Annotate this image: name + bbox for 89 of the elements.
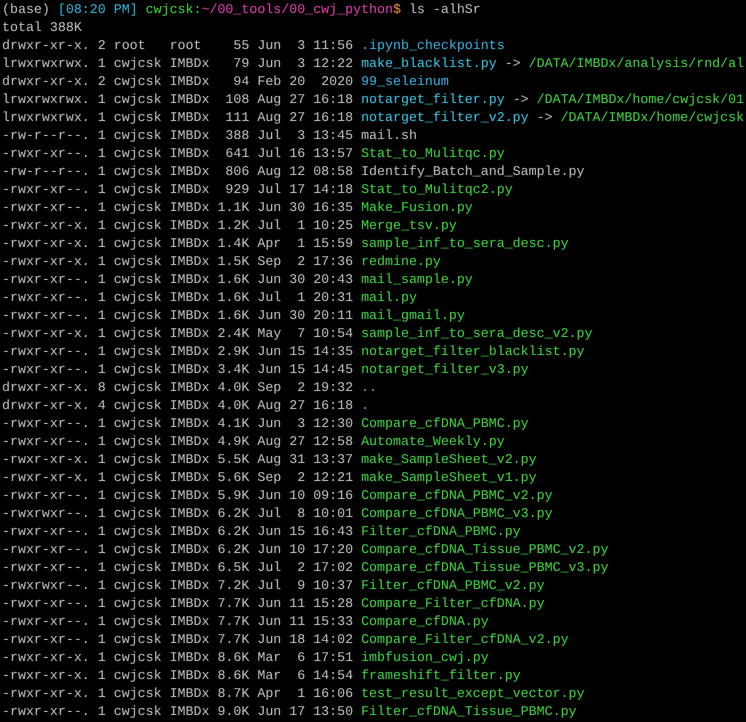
file-metadata: drwxr-xr-x. 8 cwjcsk IMBDx 4.0K Sep 2 19:32: [2, 379, 354, 397]
file-name: sample_inf_to_sera_desc.py: [361, 235, 569, 253]
file-metadata: -rwxrwxr--. 1 cwjcsk IMBDx 6.2K Jul 8 10:01: [2, 505, 354, 523]
file-metadata: -rwxr-xr--. 1 cwjcsk IMBDx 4.9K Aug 27 12:58: [2, 433, 354, 451]
file-name: redmine.py: [361, 253, 441, 271]
file-metadata: -rwxr-xr--. 1 cwjcsk IMBDx 9.0K Jun 17 13:50: [2, 703, 354, 721]
file-metadata: -rw-r--r--. 1 cwjcsk IMBDx 806 Aug 12 08:58: [2, 163, 354, 181]
file-name: Compare_cfDNA_PBMC.py: [361, 415, 529, 433]
file-name: notarget_filter_v3.py: [361, 361, 529, 379]
file-metadata: -rwxr-xr--. 1 cwjcsk IMBDx 6.2K Jun 10 17:20: [2, 541, 354, 559]
file-name: Stat_to_Mulitqc2.py: [361, 181, 513, 199]
file-name: Merge_tsv.py: [361, 217, 457, 235]
file-name: mail.sh: [361, 127, 417, 145]
file-metadata: -rwxr-xr-x. 1 cwjcsk IMBDx 8.7K Apr 1 16:06: [2, 685, 354, 703]
file-name: Identify_Batch_and_Sample.py: [361, 163, 585, 181]
file-metadata: -rwxr-xr-x. 1 cwjcsk IMBDx 1.5K Sep 2 17:36: [2, 253, 354, 271]
file-metadata: -rwxr-xr--. 1 cwjcsk IMBDx 7.7K Jun 11 15:33: [2, 613, 354, 631]
file-metadata: -rwxr-xr-x. 1 cwjcsk IMBDx 5.6K Sep 2 12:21: [2, 469, 354, 487]
link-arrow: ->: [512, 91, 529, 109]
file-name: .ipynb_checkpoints: [361, 37, 505, 55]
command-text: ls -alhSr: [408, 1, 481, 19]
file-metadata: lrwxrwxrwx. 1 cwjcsk IMBDx 108 Aug 27 16:18: [2, 91, 354, 109]
file-metadata: drwxr-xr-x. 2 root root 55 Jun 3 11:56: [2, 37, 354, 55]
conda-env-label: (base): [2, 1, 50, 19]
file-metadata: -rwxr-xr-x. 1 cwjcsk IMBDx 1.2K Jul 1 10:25: [2, 217, 354, 235]
link-arrow: ->: [536, 109, 553, 127]
file-name: notarget_filter.py: [361, 91, 505, 109]
file-name: Filter_cfDNA_Tissue_PBMC.py: [361, 703, 577, 721]
file-name: 99_seleinum: [361, 73, 449, 91]
file-name: frameshift_filter.py: [361, 667, 521, 685]
total-size-text: total 388K: [2, 19, 82, 37]
file-metadata: -rwxr-xr--. 1 cwjcsk IMBDx 6.5K Jul 2 17:02: [2, 559, 354, 577]
file-metadata: -rwxr-xr--. 1 cwjcsk IMBDx 1.6K Jun 30 20:11: [2, 307, 354, 325]
link-target: /DATA/IMBDx/home/cwjcsk: [560, 109, 744, 127]
file-name: Compare_Filter_cfDNA_v2.py: [361, 631, 569, 649]
file-name: notarget_filter_blacklist.py: [361, 343, 585, 361]
file-name: mail.py: [361, 289, 417, 307]
file-name: Stat_to_Mulitqc.py: [361, 145, 505, 163]
file-metadata: lrwxrwxrwx. 1 cwjcsk IMBDx 111 Aug 27 16:18: [2, 109, 354, 127]
file-metadata: -rw-r--r--. 1 cwjcsk IMBDx 388 Jul 3 13:45: [2, 127, 354, 145]
link-target: /DATA/IMBDx/home/cwjcsk/01: [536, 91, 744, 109]
file-metadata: -rwxrwxr--. 1 cwjcsk IMBDx 7.2K Jul 9 10:37: [2, 577, 354, 595]
file-name: Compare_cfDNA_PBMC_v3.py: [361, 505, 553, 523]
file-name: ..: [361, 379, 378, 397]
file-name: make_SampleSheet_v2.py: [361, 451, 537, 469]
file-name: make_blacklist.py: [361, 55, 497, 73]
file-name: Make_Fusion.py: [361, 199, 473, 217]
link-arrow: ->: [504, 55, 521, 73]
file-metadata: -rwxr-xr--. 1 cwjcsk IMBDx 1.1K Jun 30 16:35: [2, 199, 354, 217]
file-name: Compare_cfDNA_Tissue_PBMC_v2.py: [361, 541, 608, 559]
file-metadata: -rwxr-xr-x. 1 cwjcsk IMBDx 5.5K Aug 31 13:37: [2, 451, 354, 469]
file-metadata: -rwxr-xr--. 1 cwjcsk IMBDx 7.7K Jun 11 15:28: [2, 595, 354, 613]
file-metadata: drwxr-xr-x. 4 cwjcsk IMBDx 4.0K Aug 27 16:18: [2, 397, 354, 415]
prompt-user-host: cwjcsk:: [146, 1, 202, 19]
file-name: Filter_cfDNA_PBMC.py: [361, 523, 521, 541]
file-name: sample_inf_to_sera_desc_v2.py: [361, 325, 592, 343]
file-metadata: -rwxr-xr-x. 1 cwjcsk IMBDx 8.6K Mar 6 14:54: [2, 667, 354, 685]
file-metadata: -rwxr-xr-x. 1 cwjcsk IMBDx 2.4K May 7 10:54: [2, 325, 354, 343]
file-metadata: -rwxr-xr--. 1 cwjcsk IMBDx 6.2K Jun 15 16:43: [2, 523, 354, 541]
file-name: Compare_Filter_cfDNA.py: [361, 595, 545, 613]
file-name: imbfusion_cwj.py: [361, 649, 489, 667]
file-name: make_SampleSheet_v1.py: [361, 469, 537, 487]
file-metadata: -rwxr-xr--. 1 cwjcsk IMBDx 3.4K Jun 15 14:45: [2, 361, 354, 379]
prompt-path: ~/00_tools/00_cwj_python: [201, 1, 393, 19]
file-name: mail_gmail.py: [361, 307, 465, 325]
file-name: notarget_filter_v2.py: [361, 109, 529, 127]
file-name: mail_sample.py: [361, 271, 473, 289]
file-metadata: -rwxr-xr--. 1 cwjcsk IMBDx 7.7K Jun 18 14:02: [2, 631, 354, 649]
prompt-symbol: $: [393, 1, 401, 19]
file-name: .: [361, 397, 370, 415]
file-metadata: -rwxr-xr--. 1 cwjcsk IMBDx 929 Jul 17 14:18: [2, 181, 354, 199]
file-metadata: -rwxr-xr--. 1 cwjcsk IMBDx 1.6K Jun 30 20:43: [2, 271, 354, 289]
file-name: Compare_cfDNA_Tissue_PBMC_v3.py: [361, 559, 608, 577]
file-metadata: -rwxr-xr--. 1 cwjcsk IMBDx 5.9K Jun 10 09:16: [2, 487, 354, 505]
file-metadata: -rwxr-xr--. 1 cwjcsk IMBDx 4.1K Jun 3 12:30: [2, 415, 354, 433]
link-target: /DATA/IMBDx/analysis/rnd/al: [528, 55, 744, 73]
file-name: test_result_except_vector.py: [361, 685, 585, 703]
file-metadata: lrwxrwxrwx. 1 cwjcsk IMBDx 79 Jun 3 12:22: [2, 55, 354, 73]
file-metadata: -rwxr-xr--. 1 cwjcsk IMBDx 1.6K Jul 1 20:31: [2, 289, 354, 307]
file-metadata: -rwxr-xr--. 1 cwjcsk IMBDx 2.9K Jun 15 14:35: [2, 343, 354, 361]
file-metadata: -rwxr-xr--. 1 cwjcsk IMBDx 641 Jul 16 13:57: [2, 145, 354, 163]
file-name: Compare_cfDNA.py: [361, 613, 489, 631]
file-metadata: -rwxr-xr-x. 1 cwjcsk IMBDx 8.6K Mar 6 17:51: [2, 649, 354, 667]
file-metadata: -rwxr-xr-x. 1 cwjcsk IMBDx 1.4K Apr 1 15:59: [2, 235, 354, 253]
file-metadata: drwxr-xr-x. 2 cwjcsk IMBDx 94 Feb 20 2020: [2, 73, 354, 91]
file-name: Filter_cfDNA_PBMC_v2.py: [361, 577, 545, 595]
file-name: Automate_Weekly.py: [361, 433, 505, 451]
file-name: Compare_cfDNA_PBMC_v2.py: [361, 487, 553, 505]
prompt-time: [08:20 PM]: [58, 1, 138, 19]
